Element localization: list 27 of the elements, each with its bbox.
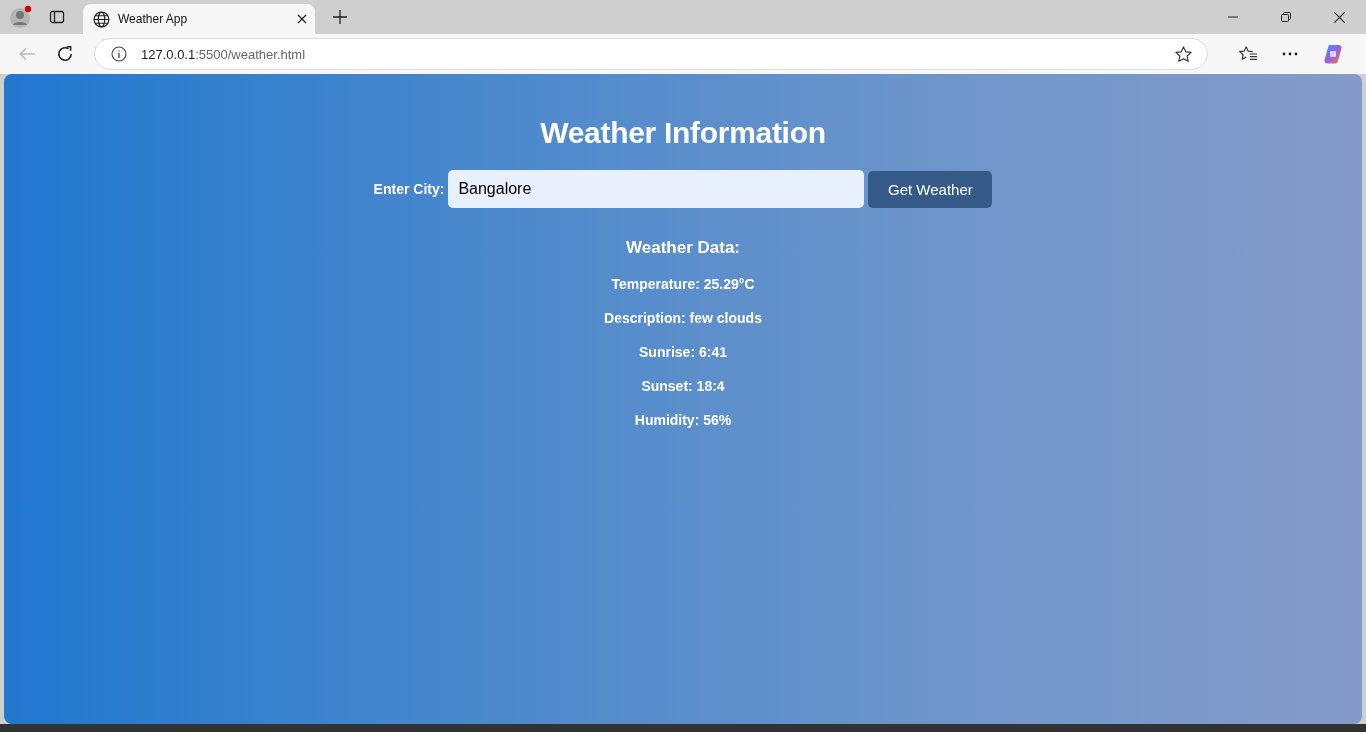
new-tab-icon[interactable] <box>333 10 347 24</box>
weather-reading: Sunset: 18:4 <box>641 378 725 394</box>
close-icon[interactable] <box>297 14 307 24</box>
weather-reading: Temperature: 25.29°C <box>611 276 755 292</box>
get-weather-button[interactable]: Get Weather <box>868 170 993 208</box>
restore-icon[interactable] <box>1281 12 1291 22</box>
address-bar[interactable]: 127.0.0.1:5500/weather.html <box>94 38 1208 70</box>
star-icon[interactable] <box>1174 44 1193 64</box>
page-heading: Weather Information <box>540 116 826 150</box>
sidebar-icon[interactable] <box>49 9 65 25</box>
weather-reading: Sunrise: 6:41 <box>639 344 727 360</box>
favorites-icon[interactable] <box>1238 45 1258 63</box>
close-icon[interactable] <box>1334 11 1345 23</box>
profile-icon[interactable] <box>9 5 33 29</box>
weather-reading: Description: few clouds <box>604 310 762 326</box>
weather-reading: Humidity: 56% <box>634 412 732 428</box>
url-text: 127.0.0.1:5500/weather.html <box>141 46 306 62</box>
more-icon[interactable] <box>1282 52 1298 56</box>
copilot-icon[interactable] <box>1322 43 1344 65</box>
city-label: Enter City: <box>373 181 445 197</box>
browser-tab[interactable]: Weather App <box>83 4 315 34</box>
weather-data-heading: Weather Data: <box>626 238 740 258</box>
info-icon[interactable] <box>111 46 127 62</box>
city-input-field[interactable]: Bangalore <box>448 170 865 208</box>
globe-icon <box>93 10 110 28</box>
refresh-icon[interactable] <box>56 45 74 63</box>
tab-title: Weather App <box>118 12 189 26</box>
